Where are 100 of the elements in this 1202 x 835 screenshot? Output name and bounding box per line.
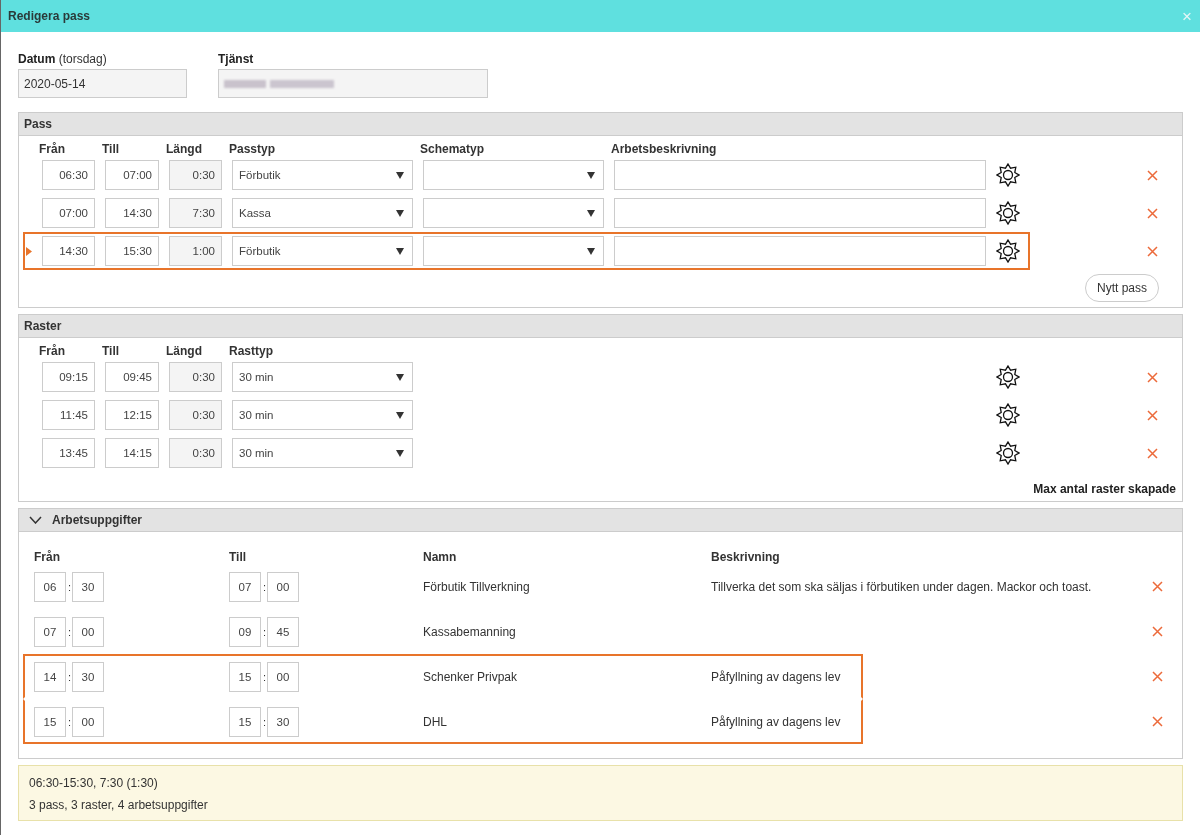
column-header: Från	[39, 142, 66, 156]
row-marker-icon	[26, 246, 32, 256]
column-header: Till	[102, 142, 121, 156]
hour-input[interactable]: 15	[229, 661, 261, 692]
hour-input[interactable]: 14	[34, 661, 66, 692]
time-input[interactable]: 09:15	[42, 362, 95, 392]
time-separator: :	[68, 580, 70, 593]
section-header[interactable]: Arbetsuppgifter	[19, 509, 1182, 532]
break-type-dropdown[interactable]: 30 min	[232, 438, 413, 468]
settings-icon[interactable]	[996, 201, 1020, 225]
time-input[interactable]: 07:00	[105, 160, 159, 190]
length-field: 0:30	[169, 362, 222, 392]
column-header: Rasttyp	[229, 344, 274, 358]
column-header: Till	[229, 550, 248, 564]
hour-input[interactable]: 07	[229, 571, 261, 602]
delete-icon[interactable]	[1147, 245, 1158, 257]
date-field[interactable]: 2020-05-14	[18, 69, 187, 98]
time-input[interactable]: 12:15	[105, 400, 159, 430]
task-name: Schenker Privpak	[423, 669, 518, 684]
time-input[interactable]: 15:30	[105, 236, 159, 266]
section-header: Pass	[19, 113, 1182, 136]
minute-input[interactable]: 00	[72, 706, 104, 737]
column-header: Beskrivning	[711, 550, 781, 564]
description-input[interactable]	[614, 160, 986, 190]
time-input[interactable]: 14:15	[105, 438, 159, 468]
settings-icon[interactable]	[996, 441, 1020, 465]
time-separator: :	[263, 625, 265, 638]
summary-text: 3 pass, 3 raster, 4 arbetsuppgifter	[29, 798, 209, 812]
minute-input[interactable]: 30	[72, 571, 104, 602]
settings-icon[interactable]	[996, 239, 1020, 263]
length-field: 0:30	[169, 438, 222, 468]
delete-icon[interactable]	[1147, 207, 1158, 219]
schedule-type-dropdown[interactable]	[423, 160, 604, 190]
time-input[interactable]: 07:00	[42, 198, 95, 228]
delete-icon[interactable]	[1152, 581, 1163, 592]
minute-input[interactable]: 00	[72, 616, 104, 647]
task-name: Förbutik Tillverkning	[423, 579, 530, 594]
length-field: 1:00	[169, 236, 222, 266]
hour-input[interactable]: 15	[34, 706, 66, 737]
column-header: Längd	[166, 344, 203, 358]
hour-input[interactable]: 06	[34, 571, 66, 602]
caret-icon	[587, 209, 595, 217]
schedule-type-dropdown[interactable]	[423, 198, 604, 228]
settings-icon[interactable]	[996, 403, 1020, 427]
column-header: Namn	[423, 550, 458, 564]
delete-icon[interactable]	[1147, 447, 1158, 459]
length-field: 0:30	[169, 400, 222, 430]
summary-text: 06:30-15:30, 7:30 (1:30)	[29, 776, 159, 790]
settings-icon[interactable]	[996, 163, 1020, 187]
delete-icon[interactable]	[1152, 716, 1163, 727]
window-title: Redigera pass	[8, 9, 91, 23]
service-field[interactable]	[218, 69, 488, 98]
caret-icon	[396, 209, 404, 217]
hour-input[interactable]: 15	[229, 706, 261, 737]
delete-icon[interactable]	[1147, 409, 1158, 421]
field-label: Tjänst	[218, 52, 255, 66]
hour-input[interactable]: 09	[229, 616, 261, 647]
time-separator: :	[263, 670, 265, 683]
delete-icon[interactable]	[1152, 671, 1163, 682]
task-name: Kassabemanning	[423, 624, 516, 639]
minute-input[interactable]: 30	[72, 661, 104, 692]
time-input[interactable]: 14:30	[42, 236, 95, 266]
settings-icon[interactable]	[996, 365, 1020, 389]
task-description: Påfyllning av dagens lev	[711, 669, 841, 684]
time-separator: :	[68, 670, 70, 683]
field-label: Datum (torsdag)	[18, 52, 108, 66]
caret-icon	[396, 411, 404, 419]
break-type-dropdown[interactable]: 30 min	[232, 362, 413, 392]
column-header: Till	[102, 344, 121, 358]
time-input[interactable]: 13:45	[42, 438, 95, 468]
task-name: DHL	[423, 714, 447, 729]
time-separator: :	[263, 580, 265, 593]
time-input[interactable]: 11:45	[42, 400, 95, 430]
minute-input[interactable]: 00	[267, 571, 299, 602]
delete-icon[interactable]	[1147, 371, 1158, 383]
column-header: Längd	[166, 142, 203, 156]
hour-input[interactable]: 07	[34, 616, 66, 647]
caret-icon	[396, 247, 404, 255]
shift-type-dropdown[interactable]: Förbutik	[232, 236, 413, 266]
schedule-type-dropdown[interactable]	[423, 236, 604, 266]
shift-type-dropdown[interactable]: Förbutik	[232, 160, 413, 190]
time-input[interactable]: 14:30	[105, 198, 159, 228]
task-description: Påfyllning av dagens lev	[711, 714, 841, 729]
description-input[interactable]	[614, 236, 986, 266]
section-header: Raster	[19, 315, 1182, 338]
new-shift-button[interactable]: Nytt pass	[1085, 274, 1159, 302]
time-input[interactable]: 06:30	[42, 160, 95, 190]
shift-type-dropdown[interactable]: Kassa	[232, 198, 413, 228]
description-input[interactable]	[614, 198, 986, 228]
caret-icon	[587, 247, 595, 255]
delete-icon[interactable]	[1152, 626, 1163, 637]
minute-input[interactable]: 00	[267, 661, 299, 692]
section-title: Arbetsuppgifter	[52, 513, 142, 527]
time-separator: :	[68, 625, 70, 638]
minute-input[interactable]: 30	[267, 706, 299, 737]
delete-icon[interactable]	[1147, 169, 1158, 181]
column-header: Schematyp	[420, 142, 486, 156]
minute-input[interactable]: 45	[267, 616, 299, 647]
time-input[interactable]: 09:45	[105, 362, 159, 392]
break-type-dropdown[interactable]: 30 min	[232, 400, 413, 430]
